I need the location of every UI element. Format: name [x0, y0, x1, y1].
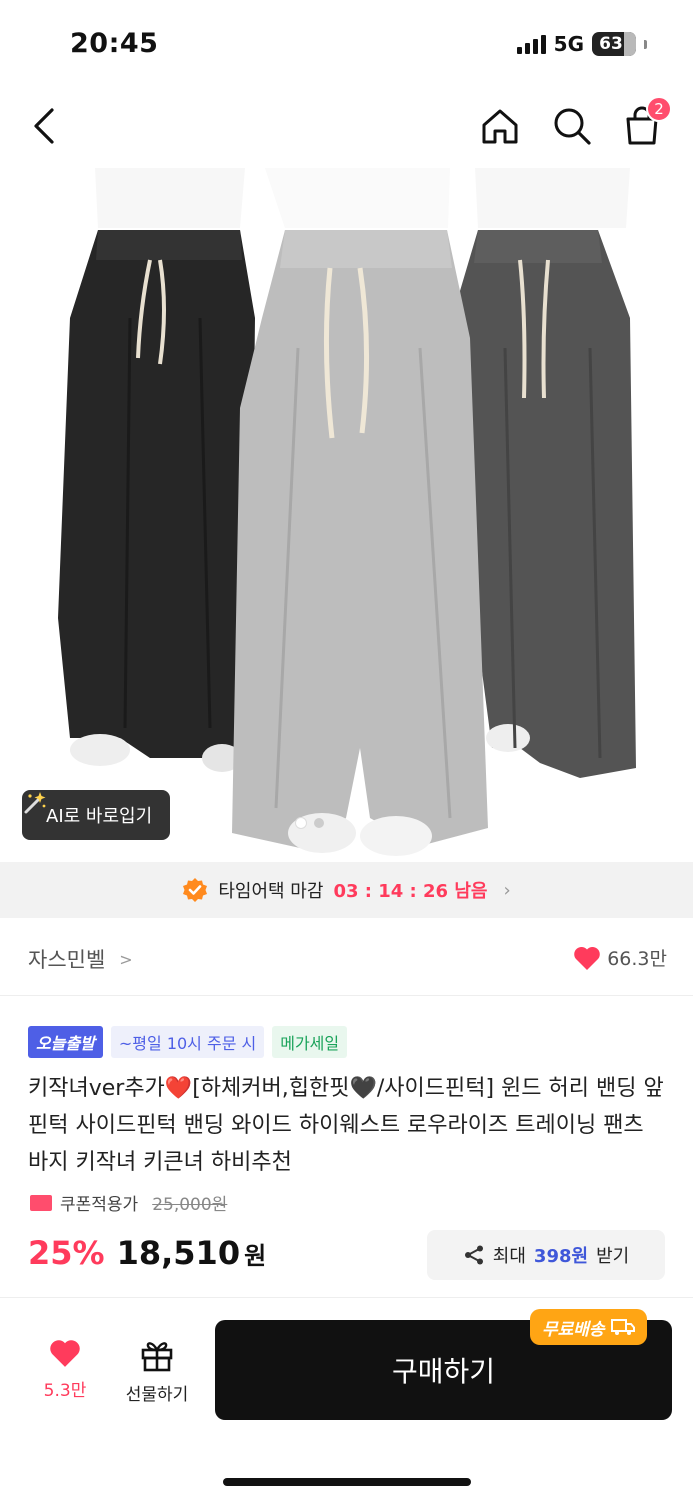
product-title: 키작녀ver추가❤️[하체커버,힙한핏🖤/사이드핀턱] 윈드 허리 밴딩 앞핀턱…	[28, 1076, 664, 1175]
carousel-dot[interactable]	[296, 818, 306, 828]
home-icon	[482, 109, 518, 144]
ai-try-on-label: AI로 바로입기	[46, 806, 153, 827]
buy-label: 구매하기	[391, 1355, 496, 1388]
like-button[interactable]: 5.3만	[30, 1338, 100, 1401]
free-shipping-badge: 무료배송	[530, 1309, 647, 1345]
signal-icon	[516, 34, 546, 54]
sale-price: 18,510	[116, 1234, 241, 1272]
top-nav: 2	[0, 92, 693, 162]
network-label: 5G	[553, 32, 584, 56]
home-button[interactable]	[476, 102, 524, 150]
gift-button[interactable]: 선물하기	[116, 1338, 198, 1405]
battery-icon: 63	[592, 32, 636, 56]
time-attack-countdown: 03 : 14 : 26 남음	[333, 881, 488, 902]
heart-icon	[50, 1340, 80, 1367]
bottom-action-bar: 5.3만 선물하기 구매하기 무료배송	[0, 1297, 693, 1500]
brand-row: 자스민벨 > 66.3만	[0, 920, 693, 996]
original-price: 25,000원	[152, 1195, 228, 1215]
time-attack-banner[interactable]: 타임어택 마감 03 : 14 : 26 남음 ›	[0, 862, 693, 918]
coupon-icon	[30, 1194, 52, 1211]
price-row: 25% 18,510 원	[28, 1234, 266, 1272]
share-suffix: 받기	[596, 1246, 630, 1267]
gift-label: 선물하기	[125, 1385, 189, 1405]
free-shipping-label: 무료배송	[542, 1319, 605, 1340]
brand-link[interactable]: 자스민벨 >	[28, 944, 133, 974]
cart-button[interactable]: 2	[618, 96, 672, 150]
home-indicator[interactable]	[223, 1478, 471, 1486]
tag-today-shipping: 오늘출발	[28, 1026, 103, 1058]
tag-order-deadline: ~평일 10시 주문 시	[110, 1026, 265, 1058]
cart-count-badge: 2	[646, 96, 672, 122]
share-prefix: 최대	[492, 1246, 526, 1267]
product-image[interactable]: AI로 바로입기	[0, 168, 693, 861]
chevron-right-icon: >	[119, 949, 133, 969]
battery-level: 63	[599, 34, 623, 54]
share-icon	[464, 1245, 483, 1265]
product-photo	[58, 168, 636, 856]
chevron-left-icon	[34, 108, 54, 144]
search-button[interactable]	[548, 102, 596, 150]
chevron-right-icon: ›	[503, 879, 511, 901]
heart-icon	[574, 946, 600, 970]
tag-mega-sale: 메가세일	[272, 1026, 348, 1058]
coupon-price-row: 쿠폰적용가 25,000원	[30, 1190, 227, 1215]
ai-try-on-button[interactable]: AI로 바로입기	[22, 790, 171, 840]
truck-icon	[610, 1319, 635, 1335]
check-badge-icon	[183, 878, 208, 902]
brand-name: 자스민벨	[28, 948, 106, 972]
discount-rate: 25%	[28, 1234, 105, 1272]
battery-tip	[644, 39, 647, 49]
status-indicators: 5G 63	[516, 32, 647, 56]
share-reward-button[interactable]: 최대 398원 받기	[427, 1230, 665, 1280]
brand-like-count: 66.3만	[607, 948, 667, 970]
carousel-dots	[296, 818, 324, 828]
coupon-label: 쿠폰적용가	[60, 1195, 139, 1215]
time-attack-label: 타임어택 마감	[218, 881, 324, 902]
back-button[interactable]	[20, 102, 68, 150]
brand-like-button[interactable]: 66.3만	[573, 944, 667, 971]
share-amount: 398원	[533, 1246, 589, 1267]
carousel-dot[interactable]	[314, 818, 324, 828]
status-time: 20:45	[70, 28, 159, 59]
like-count: 5.3만	[43, 1381, 87, 1401]
gift-icon	[141, 1342, 173, 1372]
status-bar: 20:45 5G 63	[0, 0, 693, 90]
product-tags: 오늘출발 ~평일 10시 주문 시 메가세일	[28, 1026, 348, 1058]
search-icon	[554, 108, 591, 145]
currency-label: 원	[244, 1242, 267, 1270]
